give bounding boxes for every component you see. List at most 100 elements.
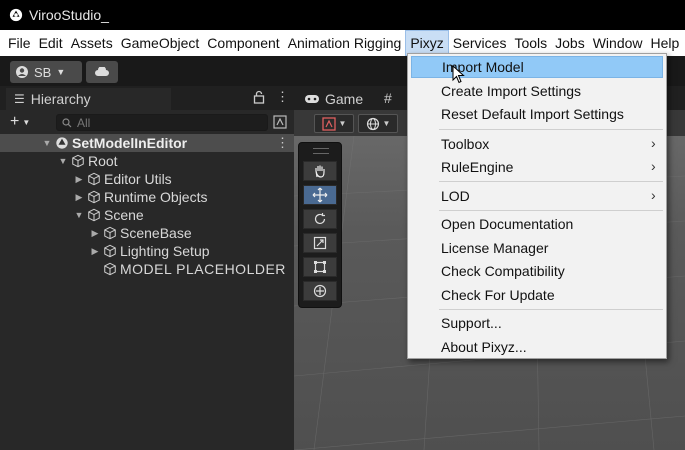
rect-tool-icon [314,261,326,273]
cube-icon [104,226,116,240]
menu-item-open-documentation[interactable]: Open Documentation [411,213,663,235]
menu-item-lod[interactable]: LOD › [411,185,663,207]
tab-game[interactable]: Game [298,88,378,110]
chevron-right-icon: › [651,135,656,151]
menu-edit[interactable]: Edit [35,31,67,55]
chevron-right-icon: › [651,187,656,203]
cube-icon [104,262,116,276]
menu-item-license-manager[interactable]: License Manager [411,237,663,259]
title-bar: VirooStudio_ [0,0,685,30]
search-icon [62,117,72,127]
expand-arrow-icon[interactable]: ▶ [90,228,100,239]
unity-scene-icon [56,137,68,149]
menu-tools[interactable]: Tools [510,31,551,55]
rect-tool-button[interactable] [303,257,337,277]
tree-row-model-placeholder[interactable]: MODEL PLACEHOLDER [0,260,294,278]
list-icon: ☰ [14,92,25,106]
tree-label: MODEL PLACEHOLDER [120,261,286,277]
cube-icon [72,154,84,168]
window-title: VirooStudio_ [29,7,109,23]
menu-component[interactable]: Component [203,31,283,55]
hierarchy-tabbar: ☰ Hierarchy ⋮ [0,86,294,110]
menu-file[interactable]: File [4,31,35,55]
tree-row-scene[interactable]: ▼ Scene [0,206,294,224]
menu-item-support[interactable]: Support... [411,312,663,334]
cube-icon [88,190,100,204]
tree-row-runtime-objects[interactable]: ▶ Runtime Objects [0,188,294,206]
mouse-cursor-icon [452,65,465,84]
transform-tool-button[interactable] [303,281,337,301]
menu-item-create-import-settings[interactable]: Create Import Settings [411,80,663,102]
menu-item-label: Check Compatibility [441,263,565,279]
scale-tool-button[interactable] [303,233,337,253]
account-icon [16,66,28,78]
chevron-right-icon: › [651,158,656,174]
add-label: + [10,113,20,130]
tree-row-lighting-setup[interactable]: ▶ Lighting Setup [0,242,294,260]
rotate-tool-button[interactable] [303,209,337,229]
tree-row-root[interactable]: ▼ Root [0,152,294,170]
menu-item-label: Toolbox [441,136,490,152]
tab-hierarchy[interactable]: ☰ Hierarchy [6,88,171,110]
cube-icon [104,244,116,258]
search-input[interactable]: All [56,114,268,131]
menu-animation-rigging[interactable]: Animation Rigging [284,31,406,55]
menu-separator [439,181,663,182]
move-tool-button[interactable] [303,185,337,205]
menu-item-check-for-update[interactable]: Check For Update [411,284,663,306]
palette-grip[interactable] [313,148,329,154]
tree-label: Lighting Setup [120,243,210,259]
hand-tool-button[interactable] [303,161,337,181]
menu-item-toolbox[interactable]: Toolbox › [411,133,663,155]
globe-icon [366,117,379,130]
hierarchy-tree: ▼ SetModelInEditor ⋮ ▼ Root ▶ Editor Uti… [0,134,294,278]
menu-window[interactable]: Window [589,31,647,55]
gamepad-icon [305,95,319,103]
kebab-menu-icon[interactable]: ⋮ [276,135,289,151]
menu-item-ruleengine[interactable]: RuleEngine › [411,156,663,178]
scene-view-options-icon[interactable] [272,114,288,130]
menu-item-import-model[interactable]: Import Model [411,56,663,78]
menu-item-about-pixyz[interactable]: About Pixyz... [411,336,663,358]
expand-arrow-icon[interactable]: ▼ [74,210,84,220]
draw-mode-dropdown[interactable]: ▼ [314,114,354,133]
tree-row-editor-utils[interactable]: ▶ Editor Utils [0,170,294,188]
expand-arrow-icon[interactable]: ▶ [74,174,84,185]
tree-row-scenebase[interactable]: ▶ SceneBase [0,224,294,242]
menu-assets[interactable]: Assets [67,31,117,55]
rotate-tool-icon [314,213,326,225]
menu-services[interactable]: Services [449,31,511,55]
menu-help[interactable]: Help [647,31,684,55]
expand-arrow-icon[interactable]: ▼ [42,138,52,148]
tree-row-setmodelineditor[interactable]: ▼ SetModelInEditor ⋮ [0,134,294,152]
expand-arrow-icon[interactable]: ▼ [58,156,68,166]
expand-arrow-icon[interactable]: ▶ [74,192,84,203]
hierarchy-panel: ☰ Hierarchy ⋮ + ▼ All ▼ SetModelInEditor… [0,86,294,450]
account-dropdown[interactable]: SB ▼ [10,61,82,83]
kebab-menu-icon[interactable]: ⋮ [276,89,289,105]
chevron-down-icon: ▼ [338,119,347,128]
expand-arrow-icon[interactable]: ▶ [90,246,100,257]
menu-item-reset-default-import-settings[interactable]: Reset Default Import Settings [411,103,663,125]
menu-item-label: Reset Default Import Settings [441,106,624,122]
tree-label: SetModelInEditor [72,135,188,151]
menu-item-check-compatibility[interactable]: Check Compatibility [411,260,663,282]
cloud-button[interactable] [86,61,118,83]
menu-item-label: Create Import Settings [441,83,582,99]
chevron-down-icon: ▼ [22,117,31,127]
shading-mode-icon [321,116,336,131]
menu-item-label: Check For Update [441,287,555,303]
scale-tool-icon [313,236,327,250]
menu-jobs[interactable]: Jobs [551,31,589,55]
gizmo-dropdown[interactable]: ▼ [358,114,398,133]
tab-scene[interactable]: # [384,90,392,106]
pixyz-dropdown-menu: Import Model Create Import Settings Rese… [407,53,667,359]
lock-icon[interactable] [253,90,265,104]
tree-label: Editor Utils [104,171,172,187]
game-tab-label: Game [325,91,364,107]
menu-item-label: Open Documentation [441,216,574,232]
menu-gameobject[interactable]: GameObject [117,31,204,55]
add-button[interactable]: + ▼ [10,113,30,131]
cloud-icon [95,67,109,76]
hierarchy-search-row: + ▼ All [0,110,294,134]
